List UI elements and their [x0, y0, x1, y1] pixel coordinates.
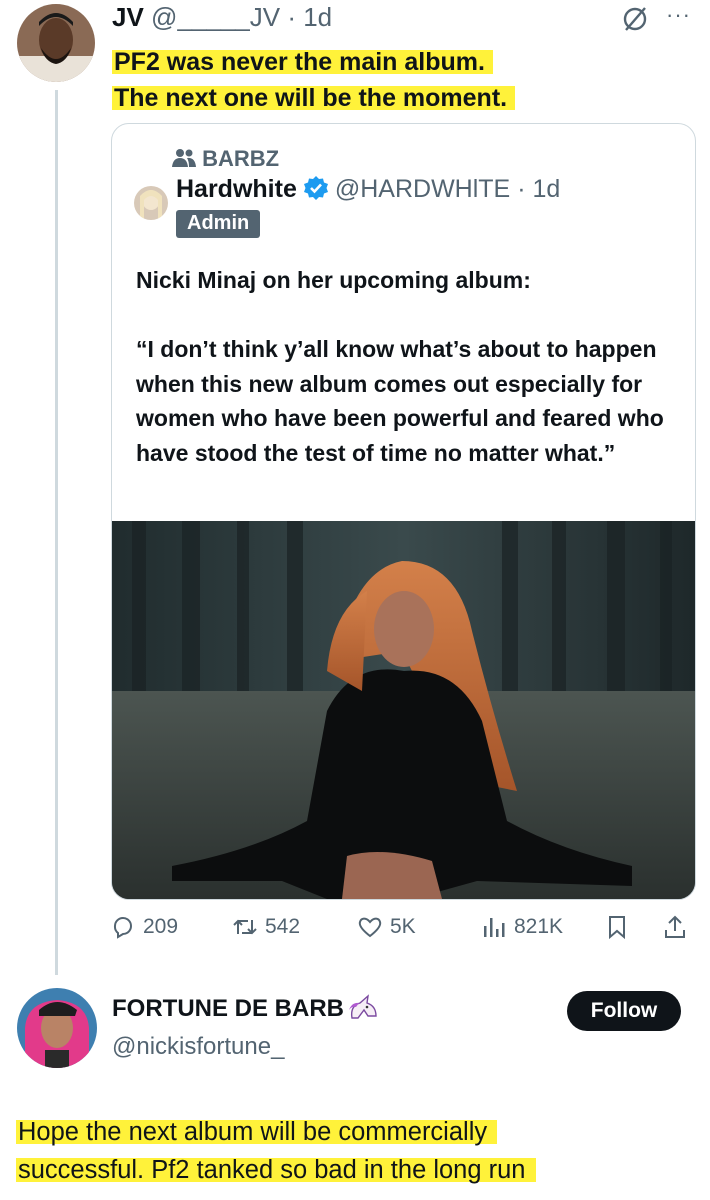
author-handle[interactable]: @_____JV: [151, 2, 280, 32]
thread-line: [55, 90, 58, 975]
admin-badge: Admin: [176, 210, 261, 238]
bookmark-button[interactable]: [604, 914, 630, 940]
quote-text-body: “I don’t think y’all know what’s about t…: [136, 336, 664, 466]
heart-icon: [358, 917, 382, 938]
share-icon: [665, 915, 685, 938]
unicorn-emoji-icon: [346, 994, 380, 1020]
community-label[interactable]: BARBZ: [172, 146, 279, 172]
repost-count: 542: [265, 915, 301, 938]
views-button[interactable]: 821K: [481, 914, 563, 940]
more-options-icon[interactable]: ···: [666, 2, 691, 28]
avatar[interactable]: [17, 4, 95, 82]
reply-icon: [113, 917, 132, 939]
author-name[interactable]: JV: [112, 2, 144, 32]
verified-badge-icon: [303, 175, 329, 201]
views-count: 821K: [514, 915, 564, 938]
bookmark-icon: [609, 916, 625, 940]
repost-icon: [233, 919, 257, 935]
quote-text: Nicki Minaj on her upcoming album:: [136, 267, 531, 293]
community-name: BARBZ: [202, 146, 280, 171]
community-icon: [172, 149, 196, 167]
author-handle[interactable]: @HARDWHlTE: [335, 175, 510, 203]
author-name-text: FORTUNE DE BARB: [112, 995, 344, 1022]
tweet-text-line: PF2 was never the main album.: [112, 48, 493, 76]
tweet-text-line: Hope the next album will be commercially: [16, 1118, 498, 1146]
author-handle[interactable]: @nickisfortune_: [112, 1033, 284, 1061]
avatar[interactable]: [17, 988, 97, 1068]
reply-button[interactable]: 209: [110, 914, 178, 940]
share-button[interactable]: [662, 914, 688, 940]
timestamp[interactable]: · 1d: [287, 2, 332, 32]
author-name[interactable]: Hardwhite: [176, 175, 297, 203]
follow-button[interactable]: Follow: [567, 991, 681, 1031]
quote-photo[interactable]: [112, 521, 695, 899]
quote-header: Hardwhite @HARDWHlTE · 1d: [176, 174, 560, 204]
author-name[interactable]: FORTUNE DE BARB: [112, 994, 380, 1023]
like-button[interactable]: 5K: [357, 914, 416, 940]
quoted-tweet[interactable]: BARBZ Hardwhite @HARDWHlTE · 1d Admin Nic…: [111, 123, 696, 900]
reply-count: 209: [143, 915, 179, 938]
tweet-text-line: successful. Pf2 tanked so bad in the lon…: [16, 1156, 536, 1184]
reply-restricted-icon[interactable]: [620, 4, 650, 34]
like-count: 5K: [390, 915, 416, 938]
analytics-icon: [484, 918, 505, 937]
repost-button[interactable]: 542: [232, 914, 300, 940]
tweet-header: JV @_____JV · 1d: [112, 2, 332, 32]
tweet-text: Hope the next album will be commercially…: [16, 1113, 706, 1189]
timestamp[interactable]: · 1d: [517, 175, 560, 203]
tweet-text: PF2 was never the main album. The next o…: [112, 44, 672, 116]
tweet-text-line: The next one will be the moment.: [112, 84, 516, 112]
avatar[interactable]: [134, 186, 168, 220]
